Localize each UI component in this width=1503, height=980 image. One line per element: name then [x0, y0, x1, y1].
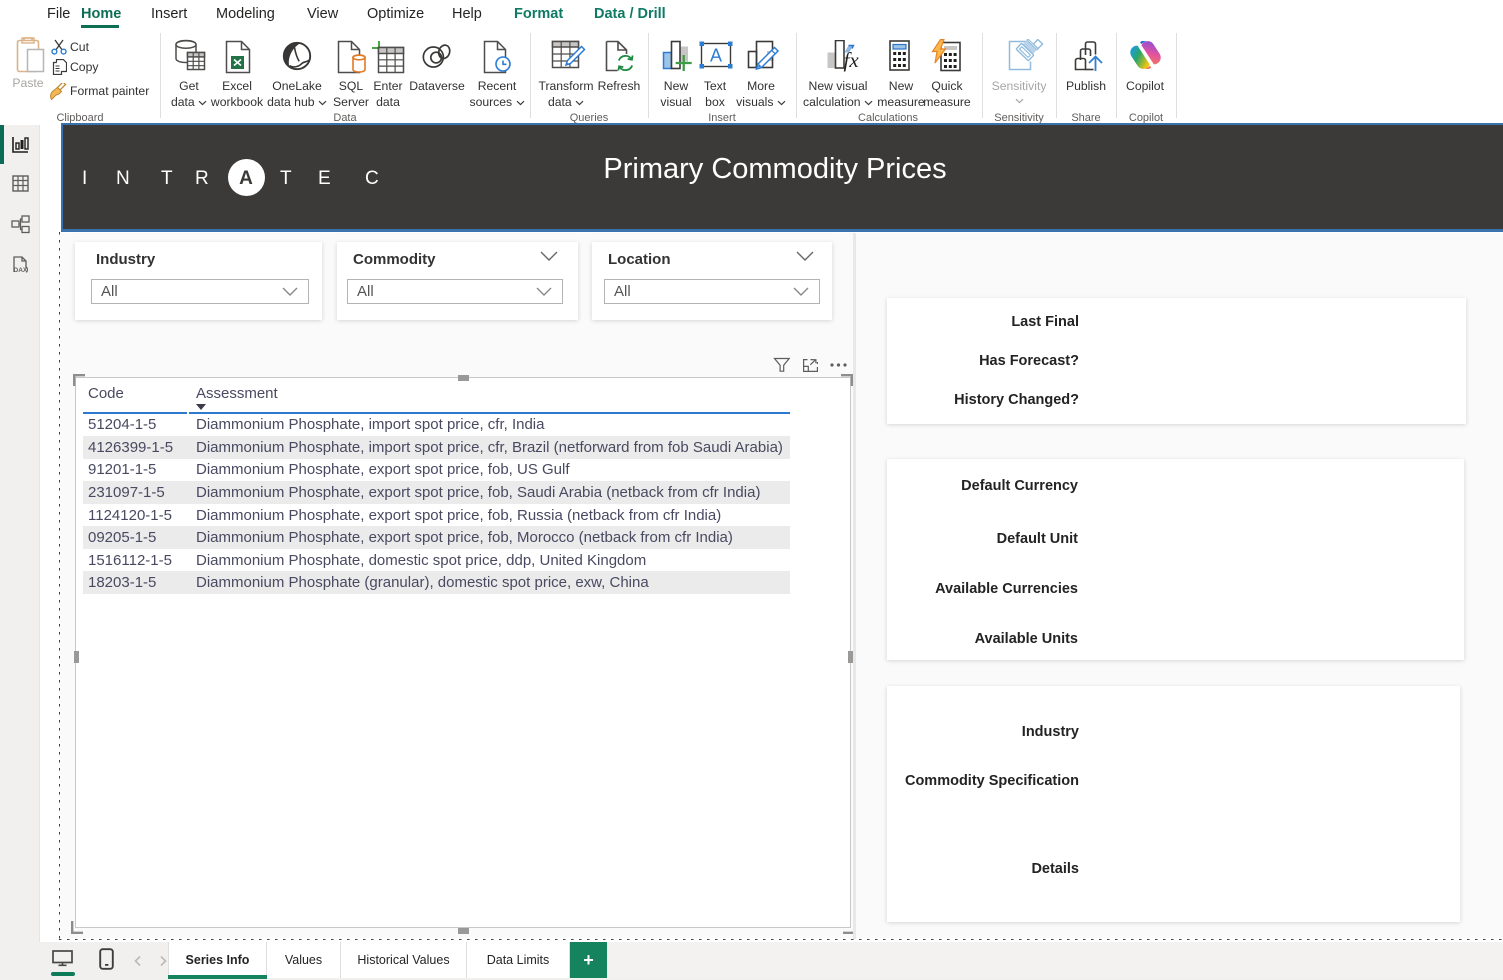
svg-text:fx: fx	[844, 48, 860, 72]
svg-text:A: A	[710, 46, 722, 66]
svg-text:DAX: DAX	[14, 267, 28, 274]
